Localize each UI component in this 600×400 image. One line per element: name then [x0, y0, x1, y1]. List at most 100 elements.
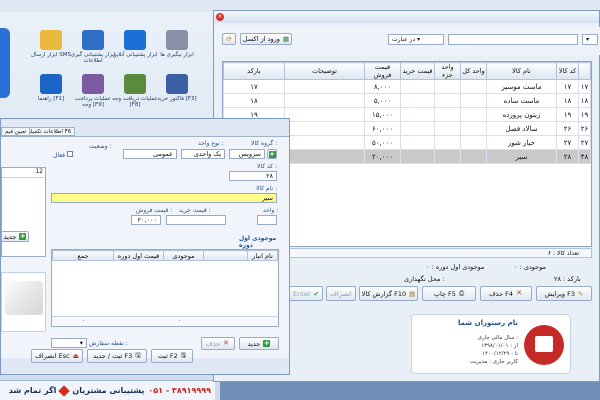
backup-shortcut[interactable]: ابزار پشتیبانی گیری اطلاعات	[70, 30, 116, 74]
placeholder-image	[5, 281, 43, 315]
col-code[interactable]: کد کالا	[556, 62, 579, 80]
save-new-icon: 🖫	[135, 350, 141, 359]
purchase-invoice-shortcut[interactable]: فاکتور خرید [F3]	[154, 74, 200, 118]
name-input[interactable]: سیر	[51, 193, 277, 203]
code-input[interactable]: ۲۸	[229, 171, 277, 181]
search-input[interactable]	[448, 34, 578, 45]
side-list: 12	[1, 167, 46, 257]
followup-icon	[166, 30, 188, 50]
fiscal-to: تا : ۱۴۰۰/۱۲/۲۹	[482, 351, 518, 357]
support-diamond-icon	[58, 384, 71, 397]
payment-icon	[82, 74, 104, 94]
stock-delete-button[interactable]: حذف ✕	[201, 337, 235, 350]
col-name[interactable]: نام کالا	[486, 62, 557, 80]
unit-type-label: نوع واحد :	[198, 140, 224, 147]
plus-icon: +	[268, 149, 276, 158]
receive-shortcut[interactable]: عملیات دریافت وجه [F8]	[112, 74, 158, 118]
print-button[interactable]: چاپ F5 ⎙	[422, 286, 476, 301]
group-label: گروه کالا :	[251, 140, 278, 147]
excel-import-button[interactable]: ورود از اکسل ▦	[240, 33, 292, 45]
reorder-label: نقطه سفارش :	[89, 340, 128, 347]
refresh-icon: ⟳	[226, 35, 232, 43]
stock-totals: ۰ ۰	[52, 316, 278, 326]
table-row[interactable]: ۱۸ ۱۸ ماست ساده ۵,۰۰۰ ۱۸	[223, 93, 591, 108]
support-bar: اگر تمام شد پشتیبانی مشتریان ۰۵۱ - ۳۸۹۱۹…	[0, 380, 215, 400]
save-new-button[interactable]: ثبت / جدید F3 🖫	[87, 349, 147, 363]
add-group-button[interactable]: +	[267, 149, 277, 159]
col-unit[interactable]: واحد کل	[460, 62, 487, 80]
buy-price-input[interactable]	[166, 215, 226, 225]
excel-icon: ▦	[282, 35, 290, 43]
restaurant-logo	[524, 325, 564, 365]
unit-type-select[interactable]: یک واحدی	[181, 149, 225, 159]
unit-input[interactable]	[257, 215, 277, 225]
reorder-input[interactable]: ▾	[51, 338, 87, 348]
col-warehouse[interactable]: نام انبار	[247, 250, 278, 261]
help-icon	[40, 74, 62, 94]
name-label: نام کالا :	[256, 185, 278, 192]
printer-icon: ⎙	[458, 289, 465, 297]
stock-table: نام انبار موجودی قیمت اول دوره جمع ۰ ۰	[51, 249, 279, 327]
refresh-button[interactable]: ⟳	[222, 33, 236, 45]
form-cancel-button[interactable]: انصراف Esc ⏏	[31, 349, 83, 363]
exit-icon: ⏏	[72, 352, 79, 360]
status-text: اگر تمام شد	[8, 386, 57, 395]
form-panel: 12 جدید + گروه کالا : + سرویس نوع واحد : …	[1, 136, 289, 358]
col-quantity[interactable]: موجودی	[163, 250, 204, 261]
active-checkbox[interactable]	[66, 151, 73, 157]
current-user: کاربر جاری : مدیریت	[470, 359, 518, 365]
sub-unit-select[interactable]: عمومی	[123, 149, 177, 159]
backup-icon	[82, 30, 104, 50]
plus-icon: +	[263, 339, 271, 347]
invoice-icon	[166, 74, 188, 94]
save-button[interactable]: ثبت F2 🖫	[151, 349, 193, 363]
side-list-header: 12	[2, 168, 45, 178]
col-total[interactable]: جمع	[52, 250, 114, 261]
report-button[interactable]: گزارش کالا F10 ▤	[359, 286, 418, 301]
cancel-button[interactable]: انصراف	[326, 286, 356, 301]
active-checkbox-label: فعال	[53, 151, 73, 159]
search-type-select[interactable]: ▾	[582, 34, 598, 45]
col-subunit[interactable]: واحد جزء	[434, 62, 461, 80]
search-mode-select[interactable]: در عبارت ▾	[388, 34, 444, 45]
fiscal-year-label: سال مالی جاری :	[477, 335, 518, 341]
sell-price-label: قیمت فروش :	[136, 207, 173, 214]
sms-icon	[40, 30, 62, 50]
col-index	[578, 62, 591, 80]
col-barcode[interactable]: بارکد	[223, 62, 285, 80]
tab-pricing[interactable]: تعیین قیم	[1, 127, 31, 136]
payment-shortcut[interactable]: عملیات پرداخت وجه [F9]	[70, 74, 116, 118]
unit-label: واحد :	[263, 207, 279, 214]
group-select[interactable]: سرویس	[229, 149, 265, 159]
col-description[interactable]: توضیحات	[284, 62, 365, 80]
sms-shortcut[interactable]: ابزار ارسال SMS	[28, 30, 74, 74]
goods-toolbar: ⟳ ورود از اکسل ▦ در عبارت ▾ ▾	[214, 27, 600, 55]
help-shortcut[interactable]: راهنما [F1]	[28, 74, 74, 118]
enter-button[interactable]: Enter ✔	[289, 286, 323, 301]
status-label: وضعیت :	[89, 143, 112, 150]
restaurant-name: نام رستوران شما	[457, 319, 518, 327]
close-icon[interactable]: ×	[216, 13, 224, 21]
pencil-icon: ✎	[577, 289, 584, 298]
delete-button[interactable]: حذف F4 ✕	[480, 286, 532, 301]
edit-button[interactable]: ویرایش F3 ✎	[536, 286, 592, 301]
delete-icon: ✕	[223, 339, 229, 347]
goods-form-window: اطلاعات تکمیلی F6 تعیین قیم 12 جدید + گرو…	[0, 118, 290, 375]
col-warehouse-name[interactable]	[203, 250, 248, 261]
total-quantity: ۰	[178, 317, 182, 324]
receive-icon	[124, 74, 146, 94]
restaurant-card: نام رستوران شما سال مالی جاری : از : ۱۳۹…	[411, 314, 571, 374]
online-support-shortcut[interactable]: ابزار پشتیبانی آنلاین	[112, 30, 158, 74]
sell-price-input[interactable]: ۲۰,۰۰۰	[131, 215, 161, 225]
delete-icon: ✕	[516, 289, 522, 297]
stock-new-button[interactable]: جدید +	[239, 337, 279, 350]
side-new-button[interactable]: جدید +	[1, 231, 29, 242]
followup-shortcut[interactable]: ابزار بیگیری ها	[154, 30, 200, 74]
col-sell-price[interactable]: قیمت فروش	[364, 62, 401, 80]
total-sum: ۰	[82, 317, 86, 324]
col-buy-price[interactable]: قیمت خرید	[400, 62, 435, 80]
save-icon: 🖫	[180, 350, 187, 359]
table-row[interactable]: ۱۷ ۱۷ ماست موسیر ۸,۰۰۰ ۱۷	[223, 79, 591, 94]
form-tabs: اطلاعات تکمیلی F6 تعیین قیم	[1, 127, 289, 136]
col-period-price[interactable]: قیمت اول دوره	[113, 250, 164, 261]
